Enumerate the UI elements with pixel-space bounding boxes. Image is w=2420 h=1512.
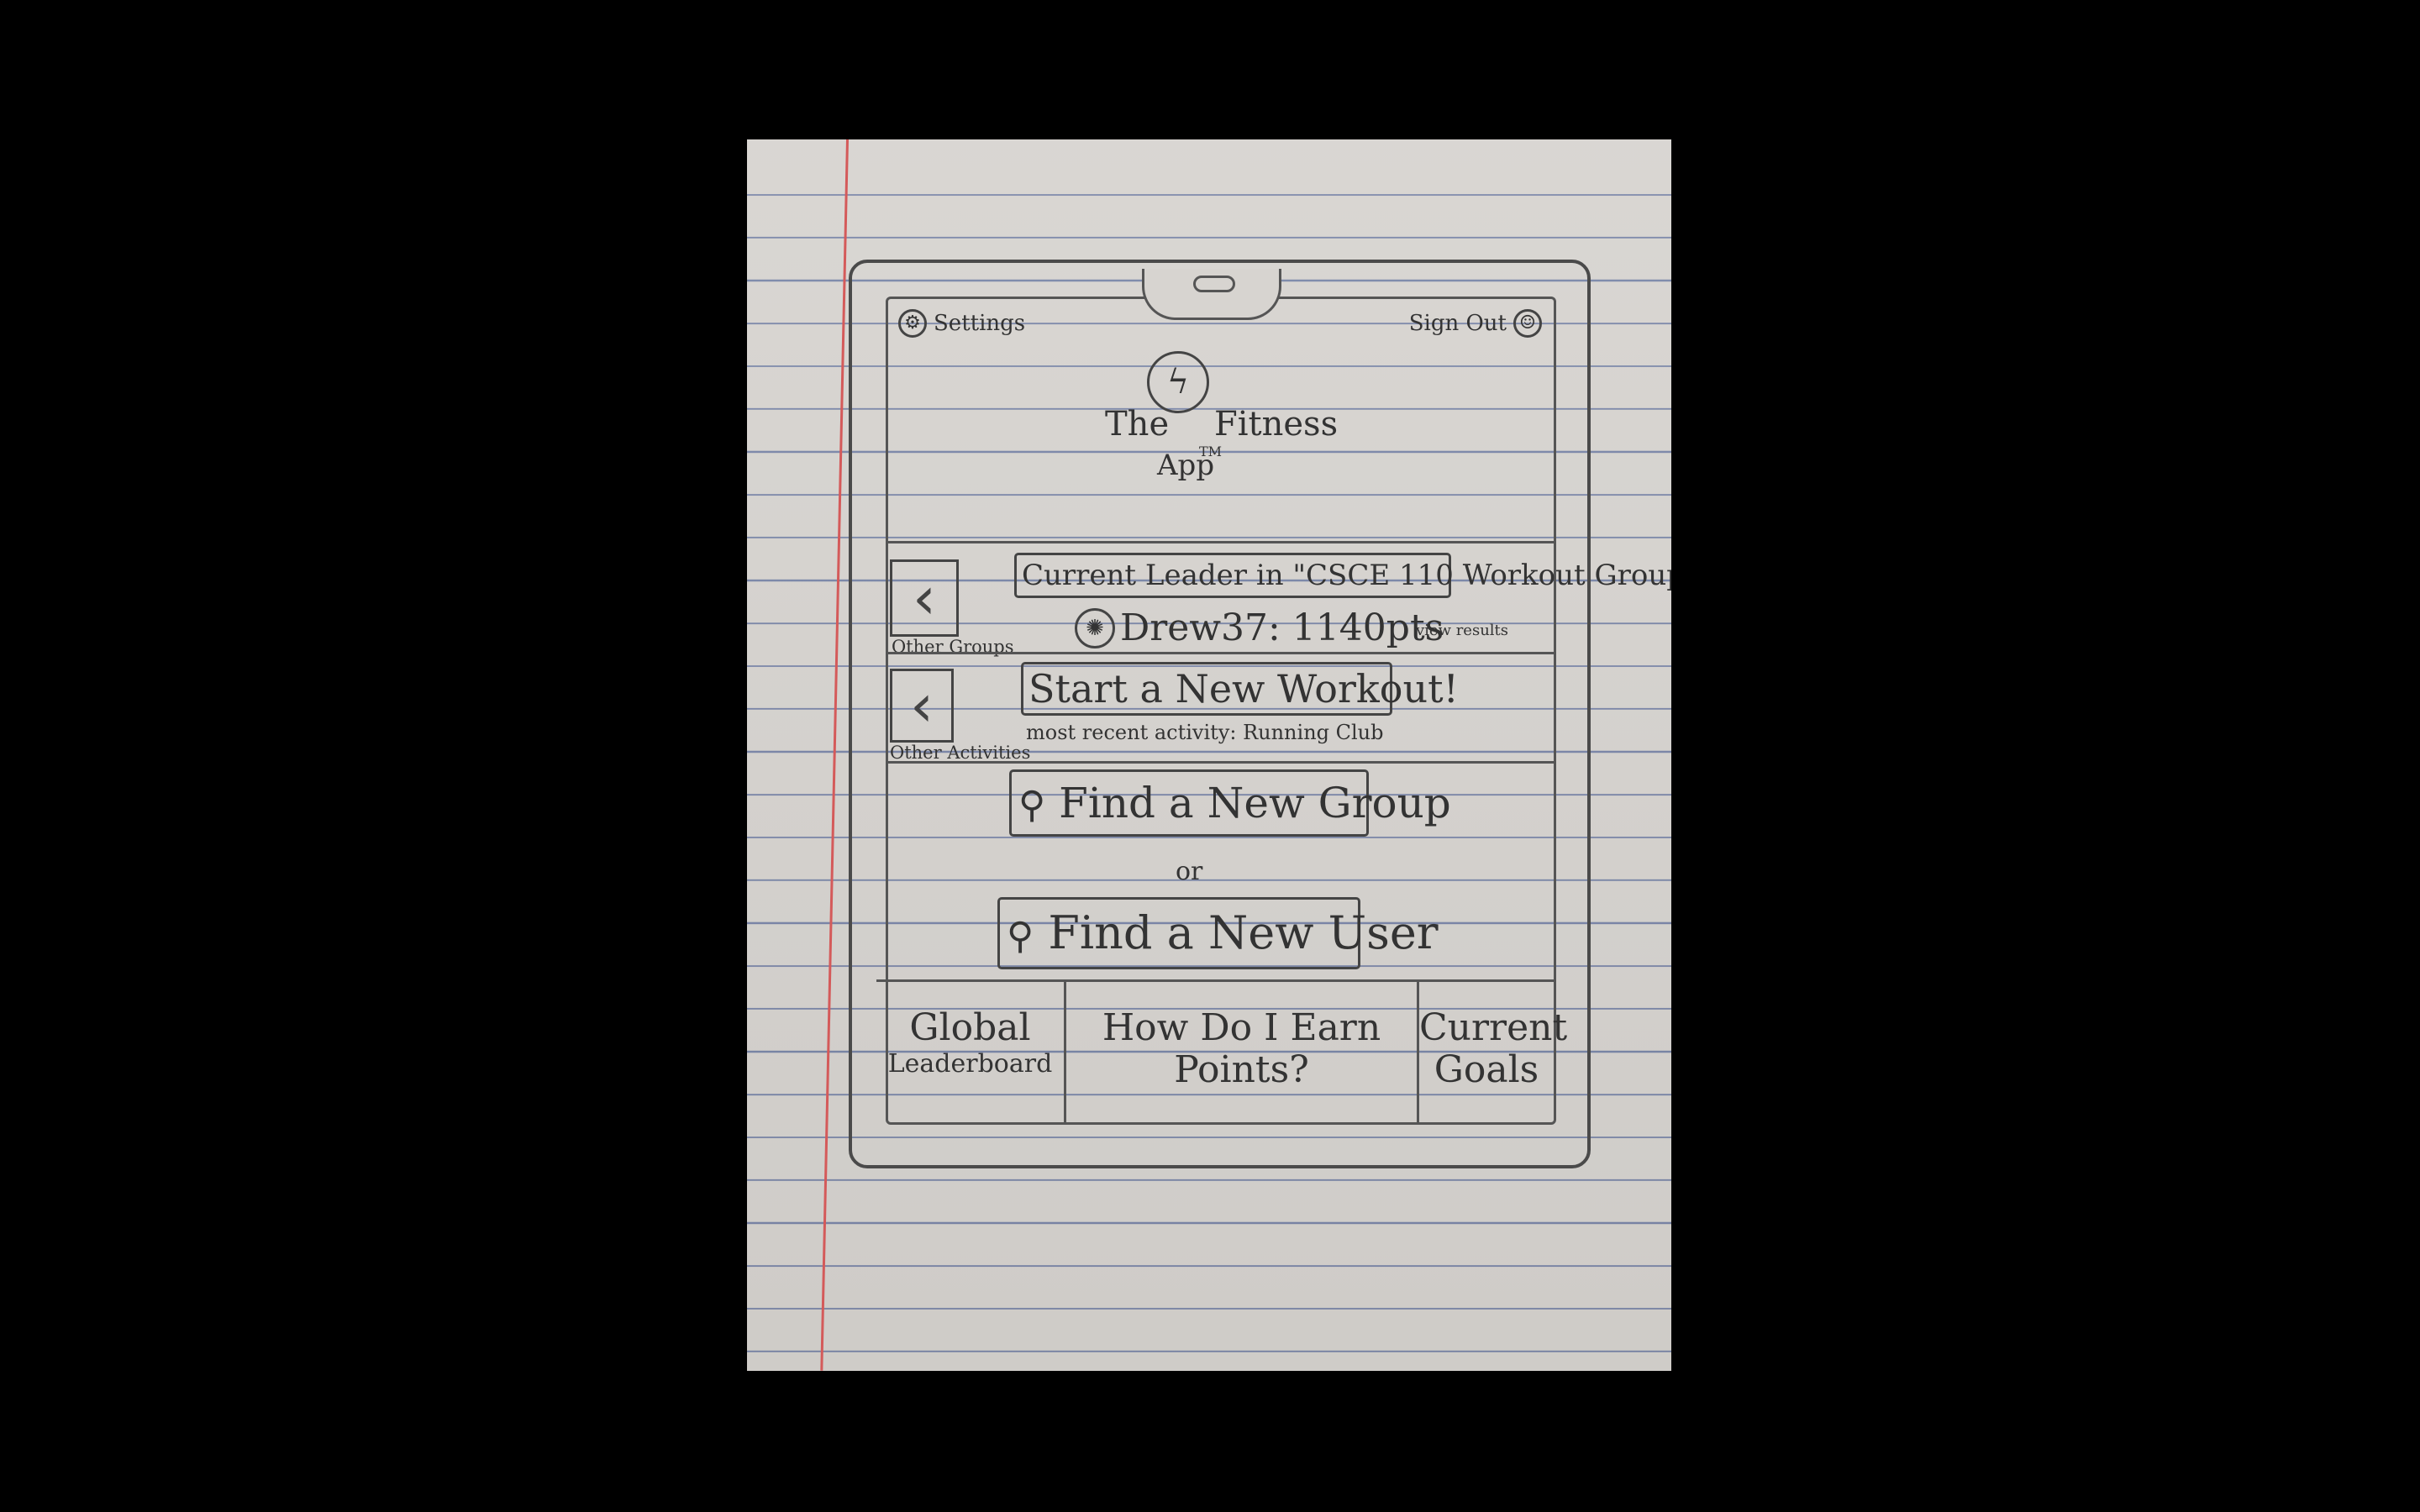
leader-name-points: Drew37: 1140pts: [1120, 606, 1444, 649]
nav-earn-line1: How Do I Earn: [1102, 1006, 1381, 1049]
chevron-left-icon: ‹: [913, 564, 936, 633]
avatar-icon: ✺: [1075, 607, 1115, 648]
settings-label: Settings: [934, 311, 1026, 336]
user-icon: ☺: [1513, 309, 1542, 338]
paper-margin-line: [820, 139, 849, 1371]
nav-global-leaderboard[interactable]: Global Leaderboard: [876, 982, 1066, 1123]
device-notch: [1142, 269, 1281, 320]
find-user-label: Find a New User: [1048, 906, 1439, 959]
nav-global-line2: Leaderboard: [887, 1049, 1053, 1079]
trademark-mark: TM: [1199, 444, 1223, 459]
sign-out-button[interactable]: Sign Out ☺: [1409, 309, 1542, 338]
settings-button[interactable]: ⚙ Settings: [898, 309, 1025, 338]
app-title-the: The: [1105, 405, 1170, 444]
section-divider: [888, 652, 1554, 654]
nav-goals-line2: Goals: [1434, 1048, 1539, 1091]
search-icon: ⚲: [1018, 784, 1046, 827]
search-icon: ⚲: [1007, 915, 1034, 958]
gear-icon: ⚙: [898, 309, 927, 338]
sign-out-label: Sign Out: [1408, 311, 1507, 336]
nav-global-line1: Global: [909, 1006, 1031, 1049]
chevron-left-icon: ‹: [910, 671, 934, 740]
nav-earn-points[interactable]: How Do I Earn Points?: [1066, 982, 1419, 1123]
nav-earn-line2: Points?: [1174, 1048, 1309, 1091]
nav-current-goals[interactable]: Current Goals: [1419, 982, 1568, 1123]
other-activities-button[interactable]: ‹: [890, 669, 954, 743]
start-workout-button[interactable]: Start a New Workout!: [1021, 662, 1459, 716]
current-leader-title: Current Leader in "CSCE 110 Workout Grou…: [1014, 553, 1671, 598]
find-group-button[interactable]: ⚲ Find a New Group: [1009, 769, 1451, 837]
section-divider: [888, 761, 1554, 764]
notebook-paper: ⚙ Settings Sign Out ☺ ϟ The Fitness App …: [747, 139, 1671, 1371]
app-screen: ⚙ Settings Sign Out ☺ ϟ The Fitness App …: [876, 269, 1671, 1125]
or-separator: or: [1176, 857, 1203, 886]
phone-sketch-outline: ⚙ Settings Sign Out ☺ ϟ The Fitness App …: [849, 260, 1671, 1168]
camera-icon: [1193, 276, 1235, 292]
find-group-label: Find a New Group: [1059, 779, 1451, 827]
nav-goals-line1: Current: [1419, 1006, 1568, 1049]
other-groups-button[interactable]: ‹: [890, 559, 959, 637]
app-title-fitness: Fitness: [1214, 405, 1339, 444]
view-results-link[interactable]: view results: [1416, 622, 1508, 639]
leader-entry: ✺ Drew37: 1140pts: [1075, 606, 1444, 649]
recent-activity-text: most recent activity: Running Club: [1026, 721, 1384, 744]
find-user-button[interactable]: ⚲ Find a New User: [997, 897, 1439, 969]
bottom-nav: Global Leaderboard How Do I Earn Points?…: [876, 979, 1568, 1123]
section-divider: [888, 541, 1554, 543]
lightning-bolt-icon: ϟ: [1147, 351, 1209, 413]
other-activities-label: Other Activities: [890, 743, 1031, 763]
